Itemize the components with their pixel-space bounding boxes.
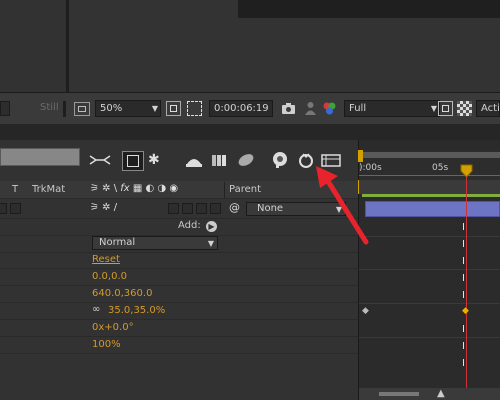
show-snapshot-icon[interactable] (303, 101, 318, 116)
constrain-proportions-icon[interactable]: ∞ (92, 304, 100, 315)
property-row: 0x+0.0° (0, 320, 358, 337)
keyframe-marker[interactable]: I (462, 290, 465, 301)
chevron-down-icon: ▼ (151, 104, 158, 113)
timeline-column-header: T TrkMat ⚞ ✲ \ fx ▦ ◐ ◑ ◉ Parent (0, 181, 358, 199)
current-time-indicator-icon[interactable] (460, 164, 473, 181)
add-label: Add: (178, 220, 201, 231)
left-control[interactable] (0, 101, 10, 116)
layer-label-box[interactable] (10, 203, 21, 214)
keyframe-diamond-icon[interactable]: ◆ (362, 306, 369, 316)
keyframe-marker[interactable]: I (462, 358, 465, 369)
mask-visibility-icon[interactable] (187, 101, 202, 116)
property-row: ∞ 35.0,35.0% (0, 303, 358, 320)
keyframe-marker[interactable]: I (462, 256, 465, 267)
row-line (359, 269, 500, 270)
switches-icons: ⚞ ✲ \ fx ▦ ◐ ◑ ◉ (90, 183, 179, 194)
row-line (359, 337, 500, 338)
divider (63, 101, 66, 117)
keyframe-marker[interactable]: I (462, 239, 465, 250)
always-preview-icon[interactable] (74, 102, 90, 116)
resolution-dropdown[interactable]: Full ▼ (344, 100, 440, 117)
zoom-slider-track[interactable] (379, 392, 419, 396)
layer-checkbox[interactable] (0, 203, 7, 214)
pickwhip-icon[interactable]: @ (229, 201, 240, 214)
opacity-value[interactable]: 100% (92, 339, 121, 350)
property-row: 100% (0, 337, 358, 354)
zoom-value: 50% (100, 103, 123, 114)
property-row: 0.0,0.0 (0, 269, 358, 286)
motion-blur-icon[interactable] (236, 152, 256, 171)
active-camera-value: Acti (481, 103, 500, 114)
chevron-down-icon: ▼ (430, 104, 437, 113)
layer-duration-bar[interactable] (365, 201, 500, 217)
ruler-mark-label: 05s (432, 163, 449, 173)
row-line (359, 303, 500, 304)
grid-guides-icon[interactable] (166, 101, 181, 116)
still-label: Still (40, 102, 59, 113)
keyframe-marker[interactable]: I (462, 341, 465, 352)
row-line (359, 236, 500, 237)
keyframe-marker[interactable]: I (462, 222, 465, 233)
keyframe-marker[interactable]: I (462, 273, 465, 284)
composition-mini-flowchart-icon[interactable] (88, 152, 112, 171)
col-trkmat-label: TrkMat (32, 184, 66, 195)
time-navigator[interactable] (359, 152, 500, 158)
search-input[interactable] (0, 148, 80, 166)
panel-gap (0, 124, 500, 140)
keyframe-diamond-icon[interactable]: ◆ (462, 306, 469, 316)
zoom-dropdown[interactable]: 50% ▼ (95, 100, 161, 117)
property-row: Reset (0, 252, 358, 269)
add-menu-icon[interactable]: ▶ (206, 221, 217, 232)
chevron-down-icon: ▼ (207, 239, 214, 248)
blend-mode-value: Normal (99, 237, 136, 248)
frame-blending-icon[interactable] (210, 152, 230, 171)
switch-box[interactable] (196, 203, 207, 214)
switch-box[interactable] (168, 203, 179, 214)
property-row (0, 354, 358, 371)
annotation-arrow-icon (312, 164, 370, 249)
active-camera-dropdown[interactable]: Acti (476, 100, 500, 117)
scale-value[interactable]: 35.0,35.0% (108, 305, 165, 316)
keyframe-marker[interactable]: I (462, 324, 465, 335)
property-row: 640.0,360.0 (0, 286, 358, 303)
snapshot-camera-icon[interactable] (281, 101, 296, 116)
work-area-indicator (362, 194, 500, 197)
ruler-baseline (359, 175, 500, 176)
add-row: Add: ▶ (0, 219, 358, 236)
switch-box[interactable] (210, 203, 221, 214)
col-t-label: T (12, 184, 19, 195)
col-parent-label: Parent (229, 184, 262, 195)
current-time-display[interactable]: 0:00:06:19 (209, 100, 273, 117)
left-viewer-panel (0, 0, 68, 92)
switch-box[interactable] (182, 203, 193, 214)
divider (224, 182, 225, 198)
live-update-icon[interactable] (122, 151, 144, 171)
layer-switches[interactable]: ⚞ ✲ / (90, 202, 117, 213)
brainstorm-icon[interactable] (270, 151, 290, 172)
composition-canvas[interactable] (238, 0, 500, 18)
draft-3d-icon[interactable]: ✱ (148, 152, 160, 168)
reset-link[interactable]: Reset (92, 254, 120, 265)
region-of-interest-icon[interactable] (438, 101, 453, 116)
work-area-bar[interactable] (359, 180, 500, 194)
zoom-in-icon[interactable]: ▲ (437, 388, 445, 399)
shy-layers-icon[interactable] (184, 152, 204, 171)
anchor-point-value[interactable]: 0.0,0.0 (92, 271, 127, 282)
work-area-start-handle[interactable] (358, 150, 363, 162)
parent-value: None (257, 203, 284, 214)
blend-mode-dropdown[interactable]: Normal ▼ (92, 236, 218, 250)
channel-rgb-icon[interactable] (322, 101, 337, 116)
current-time-indicator-line (466, 168, 467, 400)
position-value[interactable]: 640.0,360.0 (92, 288, 152, 299)
resolution-value: Full (349, 103, 367, 114)
timeline-zoom-bar[interactable]: ▲ (359, 388, 500, 400)
transparency-grid-icon[interactable] (457, 101, 472, 116)
rotation-value[interactable]: 0x+0.0° (92, 322, 134, 333)
timecode-value: 0:00:06:19 (214, 103, 269, 114)
time-ruler[interactable]: ):00s 05s (359, 150, 500, 180)
